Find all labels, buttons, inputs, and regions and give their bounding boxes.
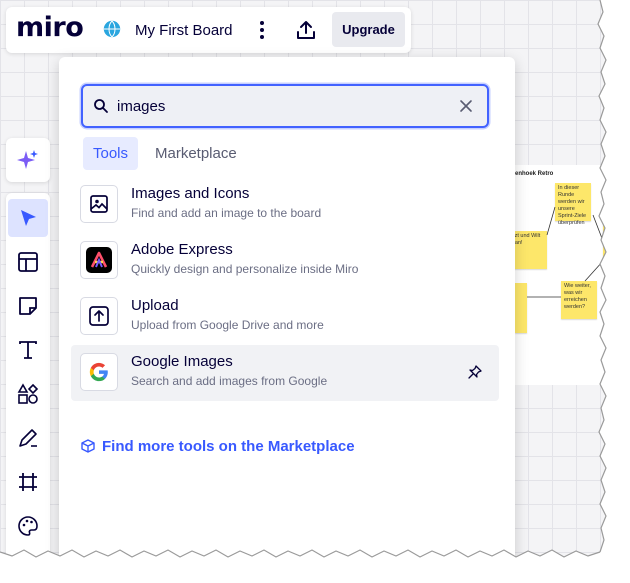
tool-pen[interactable] <box>8 419 48 457</box>
item-description: Find and add an image to the board <box>131 206 322 220</box>
item-description: Quickly design and personalize inside Mi… <box>131 262 359 276</box>
left-toolbar <box>6 193 50 575</box>
globe-icon[interactable] <box>103 20 121 38</box>
sticky-note-icon <box>19 297 37 315</box>
shapes-icon <box>17 383 39 404</box>
item-title: Images and Icons <box>131 185 250 202</box>
list-item-images-and-icons[interactable]: Images and Icons Find and add an image t… <box>71 177 499 233</box>
list-item-google-images[interactable]: Google Images Search and add images from… <box>71 345 499 401</box>
upload-icon <box>89 306 109 326</box>
miro-logo[interactable]: miro <box>16 12 84 43</box>
board-preview[interactable]: enhoek Retro In dieser Runde werden wir … <box>507 165 622 385</box>
marketplace-link[interactable]: Find more tools on the Marketplace <box>81 436 355 456</box>
adobe-express-icon <box>86 247 112 273</box>
item-description: Upload from Google Drive and more <box>131 318 324 332</box>
connector-lines <box>527 206 604 298</box>
cube-icon <box>81 439 95 453</box>
tab-marketplace[interactable]: Marketplace <box>145 137 247 170</box>
search-input[interactable]: images <box>117 98 165 115</box>
tool-select[interactable] <box>8 199 48 237</box>
item-title: Adobe Express <box>131 241 233 258</box>
top-bar: miro My First Board Upgrade <box>6 7 411 53</box>
frame-icon <box>19 473 37 491</box>
select-cursor-icon <box>21 210 36 226</box>
ai-assist-button[interactable] <box>6 138 50 182</box>
upgrade-button[interactable]: Upgrade <box>332 12 405 47</box>
list-item-adobe-express[interactable]: Adobe Express Quickly design and persona… <box>71 233 499 289</box>
google-icon <box>89 362 108 382</box>
ai-sparkle-icon <box>17 150 38 169</box>
tool-text[interactable] <box>8 331 48 369</box>
search-icon <box>94 99 108 113</box>
image-icon <box>90 195 108 213</box>
more-options-icon[interactable] <box>252 19 272 41</box>
item-title: Google Images <box>131 353 233 370</box>
tool-templates[interactable] <box>8 243 48 281</box>
tool-frame[interactable] <box>8 463 48 501</box>
tool-sticky-note[interactable] <box>8 287 48 325</box>
app-window: enhoek Retro In dieser Runde werden wir … <box>0 0 622 575</box>
board-name[interactable]: My First Board <box>135 22 233 39</box>
marketplace-link-label: Find more tools on the Marketplace <box>102 437 355 455</box>
item-title: Upload <box>131 297 179 314</box>
share-upload-icon[interactable] <box>295 19 317 41</box>
pin-icon[interactable] <box>467 364 483 380</box>
search-tools-panel: images Tools Marketplace Images and Icon… <box>59 57 515 575</box>
tab-tools[interactable]: Tools <box>83 137 139 170</box>
templates-icon <box>18 252 38 272</box>
pen-icon <box>19 429 37 447</box>
search-box[interactable]: images <box>81 84 489 128</box>
item-description: Search and add images from Google <box>131 374 328 388</box>
palette-icon <box>18 516 38 536</box>
list-item-upload[interactable]: Upload Upload from Google Drive and more <box>71 289 499 345</box>
text-icon <box>19 341 37 359</box>
tool-shapes[interactable] <box>8 375 48 413</box>
close-icon[interactable] <box>459 99 473 113</box>
tool-palette[interactable] <box>8 507 48 545</box>
